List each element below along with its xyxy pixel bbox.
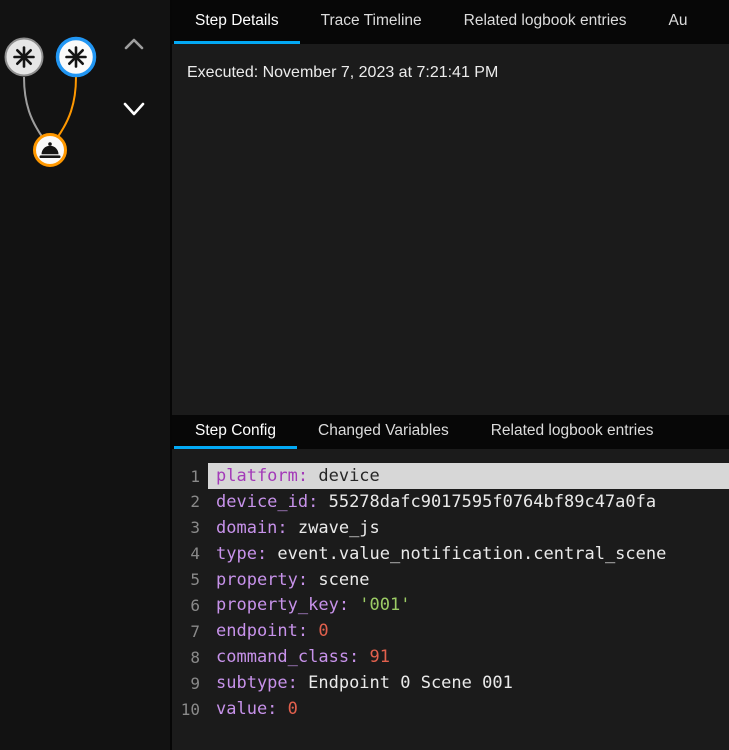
code-line-8: 8 command_class: 91 (172, 644, 729, 670)
code-line-3: 3 domain: zwave_js (172, 515, 729, 541)
next-node-button[interactable] (117, 96, 151, 122)
code-text: property: scene (216, 569, 370, 590)
code-line-5: 5 property: scene (172, 567, 729, 593)
line-number: 1 (190, 466, 200, 486)
empty-area (172, 82, 729, 415)
code-line-6: 6 property_key: '001' (172, 593, 729, 619)
code-text: subtype: Endpoint 0 Scene 001 (216, 673, 513, 694)
line-number: 2 (190, 492, 200, 512)
edge-active (56, 76, 77, 139)
code-line-2: 2 device_id: 55278dafc9017595f0764bf89c47… (172, 489, 729, 515)
line-number: 9 (190, 673, 200, 693)
tab-changed-variables[interactable]: Changed Variables (297, 415, 470, 449)
line-number: 8 (190, 647, 200, 667)
trigger-node-1[interactable] (4, 37, 44, 77)
line-number: 4 (190, 544, 200, 564)
bottom-tabbar: Step Config Changed Variables Related logb… (172, 415, 729, 450)
code-text: value: 0 (216, 699, 298, 720)
automation-trace-panel: Step Details Trace Timeline Related logboo… (0, 0, 729, 750)
asterisk-icon (65, 46, 87, 68)
code-text: command_class: 91 (216, 647, 391, 668)
edge-inactive (23, 76, 44, 139)
code-text: endpoint: 0 (216, 621, 329, 642)
code-text: platform: device (208, 463, 729, 489)
code-text: device_id: 55278dafc9017595f0764bf89c47a… (216, 491, 657, 512)
line-number: 7 (190, 621, 200, 641)
tab-trace-timeline[interactable]: Trace Timeline (300, 0, 443, 44)
action-node[interactable] (33, 133, 67, 167)
step-config-code: 1 platform: device 2 device_id: 55278dafc90… (172, 449, 729, 722)
tab-related-logbook[interactable]: Related logbook entries (443, 0, 648, 44)
code-line-1: 1 platform: device (172, 463, 729, 489)
trigger-node-2-selected[interactable] (55, 36, 97, 78)
trace-node-graph (4, 36, 97, 167)
line-number: 3 (190, 518, 200, 538)
trace-detail-panel: Step Details Trace Timeline Related logboo… (172, 0, 729, 750)
line-number: 6 (190, 595, 200, 615)
prev-node-button[interactable] (120, 34, 148, 54)
line-number: 5 (190, 570, 200, 590)
code-text: domain: zwave_js (216, 517, 380, 538)
tab-step-details[interactable]: Step Details (174, 0, 300, 44)
code-line-9: 9 subtype: Endpoint 0 Scene 001 (172, 670, 729, 696)
code-text: type: event.value_notification.central_s… (216, 543, 667, 564)
code-line-4: 4 type: event.value_notification.central_… (172, 541, 729, 567)
code-text: property_key: '001' (216, 595, 411, 616)
line-number: 10 (180, 699, 200, 719)
tab-automation-config[interactable]: Au (648, 0, 709, 44)
trace-graph-sidebar (0, 0, 172, 750)
tab-related-logbook-entries[interactable]: Related logbook entries (470, 415, 675, 449)
asterisk-icon (13, 46, 35, 68)
tab-step-config[interactable]: Step Config (174, 415, 297, 450)
top-tabbar: Step Details Trace Timeline Related logboo… (172, 0, 729, 44)
code-line-10: 10 value: 0 (172, 696, 729, 722)
chevron-down-icon (123, 102, 145, 116)
executed-timestamp: Executed: November 7, 2023 at 7:21:41 PM (187, 64, 499, 81)
code-line-7: 7 endpoint: 0 (172, 618, 729, 644)
chevron-up-icon (124, 38, 144, 50)
